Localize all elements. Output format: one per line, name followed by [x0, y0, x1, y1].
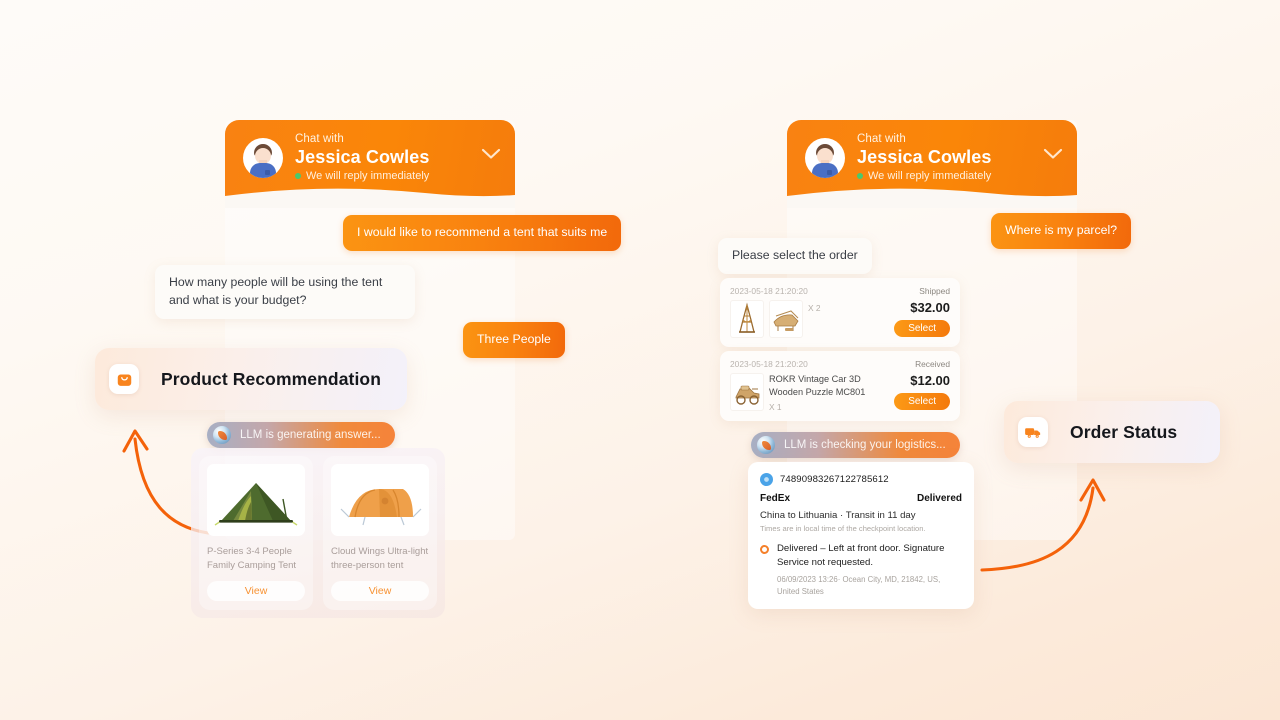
right-llm-status-pill: LLM is checking your logistics... — [751, 432, 960, 458]
left-user-message-2: Three People — [463, 322, 565, 358]
product-card[interactable]: P-Series 3-4 People Family Camping Tent … — [199, 456, 313, 610]
chat-with-label: Chat with — [295, 133, 344, 145]
tracking-details-card: 74890983267122785612 FedEx Delivered Chi… — [748, 462, 974, 610]
order-status-label: Order Status — [1070, 421, 1178, 442]
delivery-status: Delivered — [916, 493, 962, 504]
order-date: 2023-05-18 21:20:20 — [730, 359, 808, 369]
product-image-orange-tent — [331, 464, 429, 536]
chat-with-label: Chat with — [857, 133, 906, 145]
agent-name: Jessica Cowles — [857, 147, 992, 168]
right-bot-message-1: Please select the order — [718, 238, 872, 274]
shopping-bag-icon — [109, 364, 139, 394]
header-wave — [225, 188, 515, 208]
left-user-message-1: I would like to recommend a tent that su… — [343, 215, 622, 251]
order-thumbnail-eiffel-tower — [730, 300, 764, 338]
product-name: Cloud Wings Ultra-light three-person ten… — [331, 546, 429, 571]
carrier-name: FedEx — [760, 493, 791, 504]
order-date: 2023-05-18 21:20:20 — [730, 286, 808, 296]
product-recommendation-card[interactable]: Product Recommendation — [95, 348, 407, 410]
tracking-event: Delivered – Left at front door. Signatur… — [760, 542, 962, 597]
left-llm-status-pill: LLM is generating answer... — [207, 422, 395, 448]
agent-name: Jessica Cowles — [295, 147, 430, 168]
order-title: ROKR Vintage Car 3D Wooden Puzzle MC801 — [769, 374, 866, 398]
canvas: Chat with Jessica Cowles We will reply i… — [0, 0, 1280, 720]
order-price: $32.00 — [910, 300, 950, 315]
order-status-card[interactable]: Order Status — [1004, 401, 1220, 463]
order-list: 2023-05-18 21:20:20 Shipped X 2 $32.00 S… — [720, 278, 960, 425]
chevron-down-icon[interactable] — [481, 148, 501, 160]
right-llm-status-text: LLM is checking your logistics... — [784, 439, 946, 451]
right-user-message-1: Where is my parcel? — [991, 213, 1132, 249]
left-chat-header: Chat with Jessica Cowles We will reply i… — [225, 120, 515, 208]
order-price: $12.00 — [910, 373, 950, 388]
tracking-number: 74890983267122785612 — [780, 474, 889, 485]
carrier-badge-icon — [760, 473, 773, 486]
product-image-green-tent — [207, 464, 305, 536]
right-chat-header: Chat with Jessica Cowles We will reply i… — [787, 120, 1077, 208]
order-row[interactable]: 2023-05-18 21:20:20 Shipped X 2 $32.00 S… — [720, 278, 960, 347]
right-flow-arrow-icon — [980, 478, 1106, 572]
product-recommendation-label: Product Recommendation — [161, 368, 382, 389]
product-card-list: P-Series 3-4 People Family Camping Tent … — [191, 448, 445, 618]
tracking-timezone-note: Times are in local time of the checkpoin… — [760, 524, 926, 533]
avatar — [805, 137, 845, 178]
product-view-button[interactable]: View — [207, 580, 305, 601]
online-dot-icon — [857, 173, 863, 180]
left-bot-message-1: How many people will be using the tent a… — [155, 265, 415, 319]
product-view-button[interactable]: View — [331, 580, 429, 601]
order-thumbnail-vintage-car — [730, 373, 764, 411]
agent-status: We will reply immediately — [857, 170, 991, 183]
order-status: Shipped — [919, 286, 950, 296]
order-select-button[interactable]: Select — [894, 320, 950, 337]
tracking-event-title: Delivered – Left at front door. Signatur… — [777, 543, 945, 568]
order-quantity: X 2 — [808, 303, 821, 313]
header-wave — [787, 188, 1077, 208]
order-row[interactable]: 2023-05-18 21:20:20 Received ROKR Vintag… — [720, 351, 960, 422]
left-llm-status-text: LLM is generating answer... — [240, 429, 381, 441]
online-dot-icon — [295, 173, 301, 180]
product-card[interactable]: Cloud Wings Ultra-light three-person ten… — [323, 456, 437, 610]
tracking-event-dot-icon — [760, 545, 769, 554]
llm-orb-icon — [757, 436, 775, 454]
avatar — [243, 137, 283, 178]
agent-status: We will reply immediately — [295, 170, 429, 183]
delivery-truck-icon — [1018, 417, 1048, 447]
product-name: P-Series 3-4 People Family Camping Tent — [207, 546, 297, 571]
order-thumbnail-wooden-piano — [769, 300, 803, 338]
llm-orb-icon — [213, 426, 231, 444]
chevron-down-icon[interactable] — [1043, 148, 1063, 160]
order-select-button[interactable]: Select — [894, 393, 950, 410]
tracking-route: China to Lithuania · Transit in 11 day — [760, 510, 916, 521]
order-status: Received — [915, 359, 950, 369]
order-quantity: X 1 — [769, 402, 782, 413]
tracking-event-meta: 06/09/2023 13:26· Ocean City, MD, 21842,… — [777, 574, 941, 596]
